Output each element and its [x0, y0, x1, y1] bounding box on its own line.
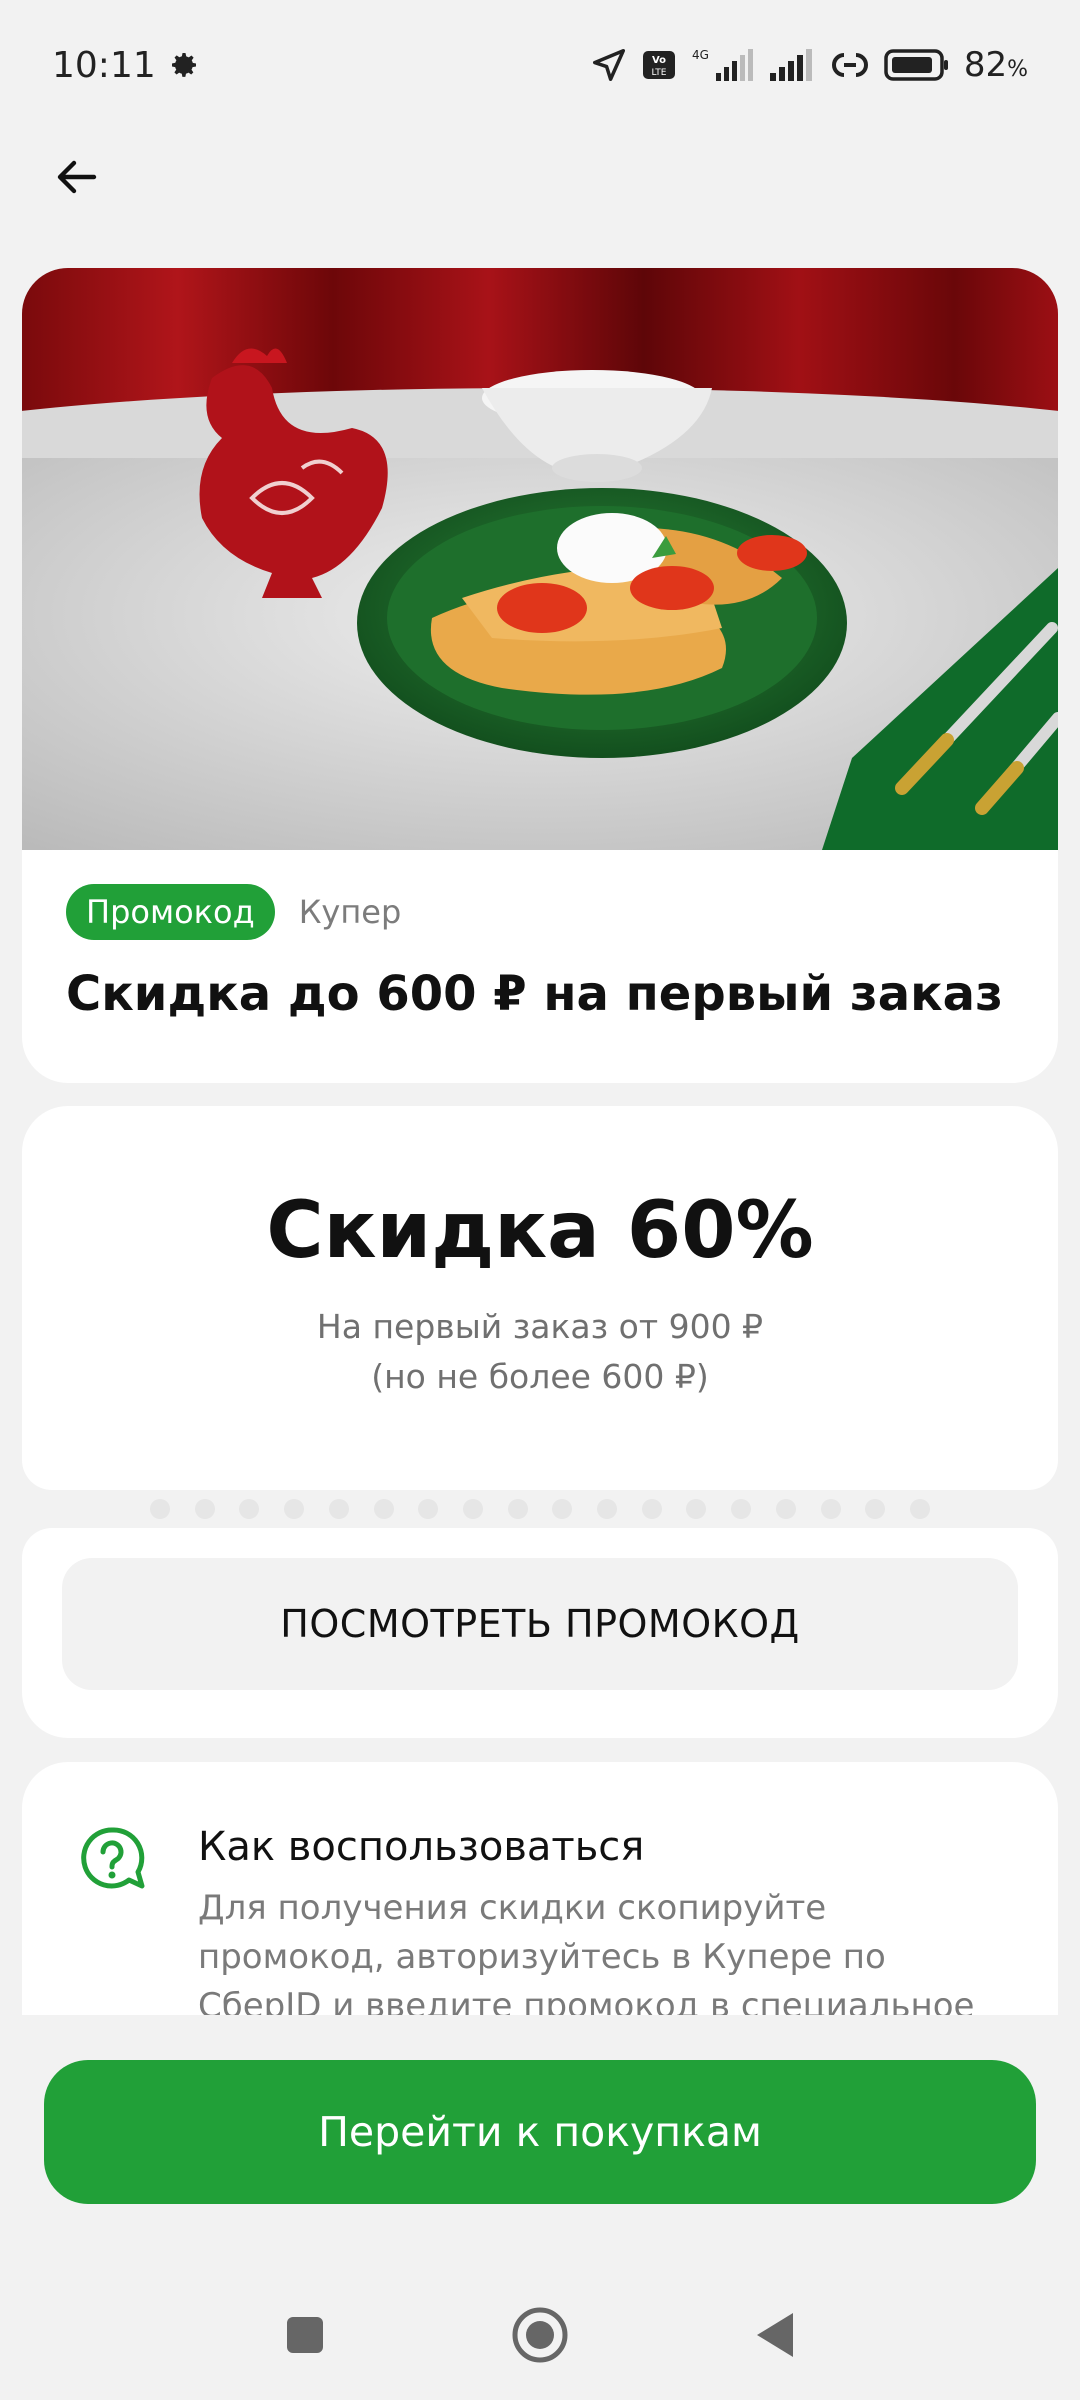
perforation-dot — [373, 1499, 394, 1519]
square-icon — [287, 2317, 323, 2353]
perforation-dot — [507, 1499, 528, 1519]
battery-value: 82 — [963, 45, 1008, 85]
discount-card: Скидка 60% На первый заказ от 900 ₽ (но … — [22, 1106, 1058, 1490]
perforation-dot — [909, 1499, 930, 1519]
battery-icon — [884, 48, 950, 82]
triangle-back-icon — [757, 2313, 793, 2357]
status-right: Vo LTE 4G 82% — [590, 45, 1028, 85]
status-time: 10:11 — [52, 44, 156, 86]
perforation-dot — [686, 1499, 707, 1519]
question-chat-icon — [81, 1827, 145, 1889]
promo-badge: Промокод — [66, 884, 275, 940]
ticket-perforation — [150, 1497, 930, 1521]
perforation-dot — [731, 1499, 752, 1519]
how-to-use-title: Как воспользоваться — [198, 1824, 645, 1870]
perforation-dot — [239, 1499, 260, 1519]
svg-text:4G: 4G — [692, 48, 709, 62]
perforation-dot — [775, 1499, 796, 1519]
perforation-dot — [597, 1499, 618, 1519]
arrow-left-icon — [57, 160, 97, 194]
perforation-dot — [328, 1499, 349, 1519]
discount-headline: Скидка 60% — [266, 1186, 814, 1276]
back-nav-button[interactable] — [742, 2302, 808, 2368]
tag-row: Промокод Купер — [66, 884, 401, 940]
merchant-name: Купер — [298, 893, 402, 931]
promo-code-card: ПОСМОТРЕТЬ ПРОМОКОД — [22, 1528, 1058, 1738]
offer-image — [22, 268, 1058, 850]
home-button[interactable] — [507, 2302, 573, 2368]
signal-icon: 4G — [690, 47, 754, 83]
gear-icon — [168, 49, 200, 81]
volte-icon: Vo LTE — [642, 50, 676, 80]
perforation-dot — [641, 1499, 662, 1519]
discount-line-1: На первый заказ от 900 ₽ — [316, 1307, 764, 1346]
perforation-dot — [284, 1499, 305, 1519]
signal-icon-2 — [768, 47, 816, 83]
perforation-dot — [194, 1499, 215, 1519]
perforation-dot — [418, 1499, 439, 1519]
perforation-dot — [865, 1499, 886, 1519]
offer-title: Скидка до 600 ₽ на первый заказ — [66, 966, 1003, 1022]
circle-icon — [512, 2307, 568, 2363]
go-to-shopping-button[interactable]: Перейти к покупкам — [44, 2060, 1036, 2204]
back-button[interactable] — [46, 145, 110, 209]
offer-card: Промокод Купер Скидка до 600 ₽ на первый… — [22, 268, 1058, 1083]
status-left: 10:11 — [52, 45, 200, 86]
recent-apps-button[interactable] — [272, 2302, 338, 2368]
svg-text:LTE: LTE — [651, 68, 666, 78]
perforation-dot — [820, 1499, 841, 1519]
discount-line-2: (но не более 600 ₽) — [371, 1357, 709, 1396]
battery-unit: % — [1007, 57, 1028, 82]
perforation-dot — [150, 1499, 170, 1519]
navigation-icon — [590, 46, 628, 84]
discount-description: На первый заказ от 900 ₽ (но не более 60… — [22, 1302, 1058, 1402]
perforation-dot — [552, 1499, 573, 1519]
perforation-dot — [462, 1499, 483, 1519]
status-bar: 10:11 Vo LTE 4G 82% — [0, 0, 1080, 130]
link-icon — [830, 47, 870, 83]
svg-text:Vo: Vo — [652, 55, 666, 66]
show-promo-code-button[interactable]: ПОСМОТРЕТЬ ПРОМОКОД — [62, 1558, 1018, 1690]
battery-level: 82% — [964, 45, 1028, 85]
